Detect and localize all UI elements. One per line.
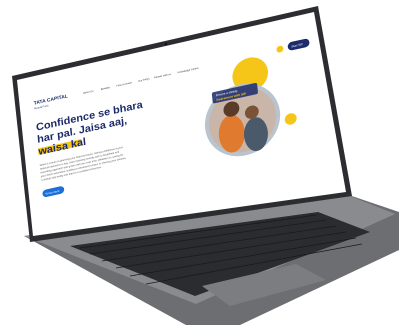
- laptop-scene: TATA CAPITAL Mutual Fund About Us Benefi…: [12, 6, 399, 325]
- webcam: [164, 42, 168, 46]
